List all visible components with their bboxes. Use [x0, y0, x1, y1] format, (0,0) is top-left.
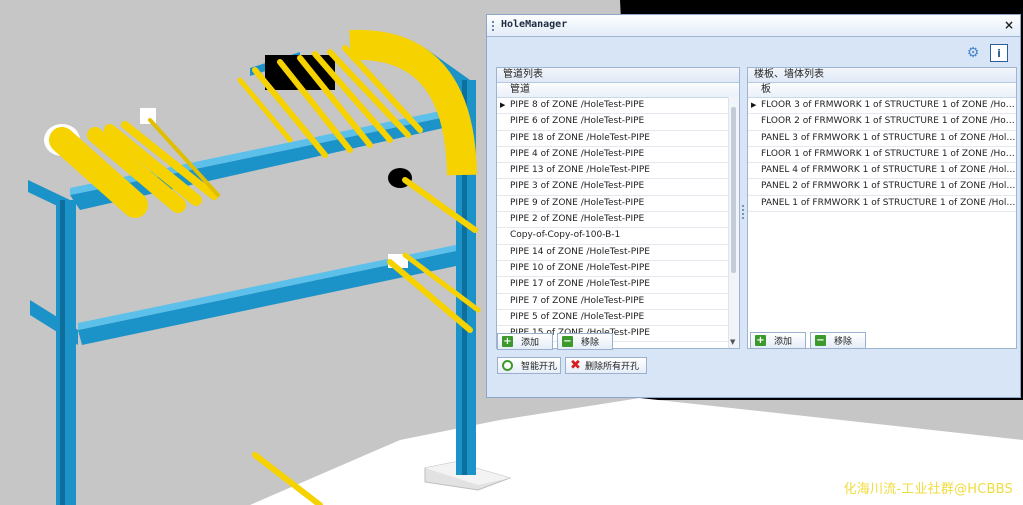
panels-list-panel: 楼板、墙体列表 板 ▶ FLOOR 3 of FRMWORK 1 of STRUC…	[747, 67, 1017, 349]
list-row[interactable]: PANEL 1 of FRMWORK 1 of STRUCTURE 1 of Z…	[748, 196, 1016, 213]
row-label: PIPE 13 of ZONE /HoleTest-PIPE	[510, 165, 650, 176]
list-row[interactable]: ▶ PIPE 8 of ZONE /HoleTest-PIPE	[497, 98, 739, 115]
smart-hole-button[interactable]: 智能开孔	[497, 357, 561, 374]
row-label: PIPE 8 of ZONE /HoleTest-PIPE	[510, 100, 645, 110]
row-label: FLOOR 2 of FRMWORK 1 of STRUCTURE 1 of Z…	[761, 116, 1016, 127]
add-panel-button[interactable]: + 添加	[750, 332, 806, 349]
drag-grip-icon[interactable]	[492, 21, 496, 31]
scroll-down-arrow-icon[interactable]: ▼	[730, 338, 735, 346]
list-row[interactable]: PIPE 9 of ZONE /HoleTest-PIPE	[497, 196, 739, 213]
list-row[interactable]: PANEL 2 of FRMWORK 1 of STRUCTURE 1 of Z…	[748, 179, 1016, 196]
pipes-list: ▶ PIPE 8 of ZONE /HoleTest-PIPE PIPE 6 of …	[497, 98, 739, 343]
row-label: FLOOR 1 of FRMWORK 1 of STRUCTURE 1 of Z…	[761, 148, 1016, 159]
smart-hole-icon	[502, 360, 513, 371]
list-row[interactable]: PIPE 18 of ZONE /HoleTest-PIPE	[497, 131, 739, 147]
watermark-text: 化海川流-工业社群@HCBBS	[843, 482, 1013, 497]
row-label: PIPE 9 of ZONE /HoleTest-PIPE	[510, 197, 645, 208]
list-row[interactable]: PIPE 10 of ZONE /HoleTest-PIPE	[497, 261, 739, 278]
pipes-column-header[interactable]: 管道	[497, 83, 739, 98]
add-pipe-label: 添加	[521, 338, 540, 348]
steel-column-left-edge	[60, 200, 65, 505]
delete-all-holes-label: 删除所有开孔	[585, 362, 640, 372]
hole-manager-dialog: HoleManager × ⚙ i 管道列表 管道 ▶ PIPE 8 of ZON…	[486, 14, 1021, 398]
list-row[interactable]: PIPE 2 of ZONE /HoleTest-PIPE	[497, 212, 739, 229]
row-label: PIPE 17 of ZONE /HoleTest-PIPE	[510, 279, 650, 290]
list-row[interactable]: PANEL 4 of FRMWORK 1 of STRUCTURE 1 of Z…	[748, 163, 1016, 180]
remove-panel-label: 移除	[834, 337, 853, 347]
minus-icon: −	[562, 336, 573, 347]
pipes-scroll-thumb[interactable]	[731, 107, 736, 273]
list-row[interactable]: PANEL 3 of FRMWORK 1 of STRUCTURE 1 of Z…	[748, 131, 1016, 147]
info-icon[interactable]: i	[990, 44, 1008, 62]
row-label: Copy-of-Copy-of-100-B-1	[510, 230, 621, 241]
row-label: PIPE 4 of ZONE /HoleTest-PIPE	[510, 148, 645, 159]
row-selector-arrow-icon: ▶	[751, 101, 757, 109]
row-label: PANEL 1 of FRMWORK 1 of STRUCTURE 1 of Z…	[761, 197, 1016, 208]
remove-pipe-button[interactable]: − 移除	[557, 333, 613, 350]
dialog-title: HoleManager	[501, 19, 568, 30]
delete-x-icon: ✖	[570, 358, 581, 373]
list-row[interactable]: FLOOR 2 of FRMWORK 1 of STRUCTURE 1 of Z…	[748, 114, 1016, 131]
pipes-list-panel: 管道列表 管道 ▶ PIPE 8 of ZONE /HoleTest-PIPE PI…	[496, 67, 740, 349]
plus-icon: +	[502, 336, 513, 347]
row-label: PANEL 2 of FRMWORK 1 of STRUCTURE 1 of Z…	[761, 181, 1016, 192]
dialog-titlebar[interactable]: HoleManager ×	[487, 15, 1020, 37]
list-row[interactable]: PIPE 6 of ZONE /HoleTest-PIPE	[497, 114, 739, 131]
steel-column-left	[56, 200, 76, 505]
plus-icon: +	[755, 335, 766, 346]
list-row[interactable]: FLOOR 1 of FRMWORK 1 of STRUCTURE 1 of Z…	[748, 147, 1016, 164]
list-row[interactable]: PIPE 17 of ZONE /HoleTest-PIPE	[497, 277, 739, 294]
row-label: PIPE 14 of ZONE /HoleTest-PIPE	[510, 246, 650, 257]
row-label: PANEL 4 of FRMWORK 1 of STRUCTURE 1 of Z…	[761, 165, 1016, 176]
row-label: PIPE 6 of ZONE /HoleTest-PIPE	[510, 116, 645, 127]
row-label: PIPE 18 of ZONE /HoleTest-PIPE	[510, 132, 650, 143]
list-row[interactable]: PIPE 7 of ZONE /HoleTest-PIPE	[497, 294, 739, 310]
row-label: PIPE 3 of ZONE /HoleTest-PIPE	[510, 181, 645, 192]
row-label: PIPE 2 of ZONE /HoleTest-PIPE	[510, 214, 645, 225]
row-label: PIPE 10 of ZONE /HoleTest-PIPE	[510, 262, 650, 273]
panels-column-header[interactable]: 板	[748, 83, 1016, 98]
add-panel-label: 添加	[774, 337, 793, 347]
list-row[interactable]: PIPE 14 of ZONE /HoleTest-PIPE	[497, 245, 739, 261]
list-row[interactable]: PIPE 3 of ZONE /HoleTest-PIPE	[497, 179, 739, 196]
list-row[interactable]: PIPE 4 of ZONE /HoleTest-PIPE	[497, 147, 739, 164]
remove-pipe-label: 移除	[581, 338, 600, 348]
close-button[interactable]: ×	[1004, 18, 1014, 32]
add-pipe-button[interactable]: + 添加	[497, 333, 553, 350]
row-label: PANEL 3 of FRMWORK 1 of STRUCTURE 1 of Z…	[761, 132, 1016, 143]
remove-panel-button[interactable]: − 移除	[810, 332, 866, 349]
row-label: FLOOR 3 of FRMWORK 1 of STRUCTURE 1 of Z…	[761, 100, 1016, 110]
settings-gear-icon[interactable]: ⚙	[964, 44, 982, 62]
delete-all-holes-button[interactable]: ✖ 删除所有开孔	[565, 357, 647, 374]
list-row[interactable]: PIPE 5 of ZONE /HoleTest-PIPE	[497, 310, 739, 327]
minus-icon: −	[815, 335, 826, 346]
list-row[interactable]: Copy-of-Copy-of-100-B-1	[497, 228, 739, 245]
panels-panel-title: 楼板、墙体列表	[748, 68, 1016, 83]
smart-hole-label: 智能开孔	[521, 362, 558, 372]
row-label: PIPE 7 of ZONE /HoleTest-PIPE	[510, 295, 645, 306]
list-row[interactable]: PIPE 13 of ZONE /HoleTest-PIPE	[497, 163, 739, 180]
pipes-panel-title: 管道列表	[497, 68, 739, 83]
steel-beam-mid-edge	[78, 242, 470, 330]
row-label: PIPE 5 of ZONE /HoleTest-PIPE	[510, 311, 645, 322]
list-row[interactable]: ▶ FLOOR 3 of FRMWORK 1 of STRUCTURE 1 of …	[748, 98, 1016, 115]
panels-list: ▶ FLOOR 3 of FRMWORK 1 of STRUCTURE 1 of …	[748, 98, 1016, 213]
row-selector-arrow-icon: ▶	[500, 101, 506, 109]
pipes-scrollbar[interactable]: ▼	[728, 97, 739, 348]
